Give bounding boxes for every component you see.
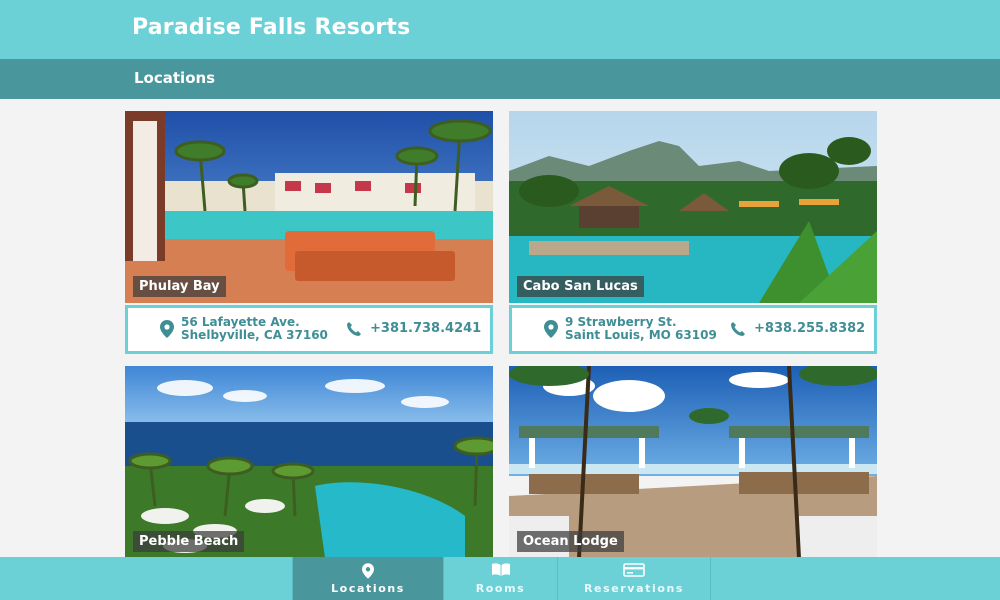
nav-label: Locations [331, 582, 405, 595]
map-pin-icon [362, 563, 374, 579]
app-title: Paradise Falls Resorts [132, 15, 411, 40]
credit-card-icon [623, 563, 645, 577]
location-info: 56 Lafayette Ave. Shelbyville, CA 37160 … [125, 305, 493, 354]
phone-icon [731, 322, 745, 336]
bottom-nav: Locations Rooms Reservations [0, 557, 1000, 600]
location-card-pebble-beach[interactable]: Pebble Beach [125, 366, 493, 558]
nav-label: Reservations [583, 582, 685, 595]
phone-number[interactable]: +838.255.8382 [754, 321, 865, 336]
nav-divider [710, 557, 711, 600]
location-name: Pebble Beach [133, 531, 245, 552]
location-card-phulay-bay[interactable]: Phulay Bay 56 Lafayette Ave. Shelbyville… [125, 111, 493, 354]
app-header: Paradise Falls Resorts [0, 0, 1000, 59]
location-card-ocean-lodge[interactable]: Ocean Lodge [509, 366, 877, 558]
address: 56 Lafayette Ave. Shelbyville, CA 37160 [181, 316, 328, 342]
book-icon [491, 563, 510, 576]
resort-deck-photo [509, 366, 877, 558]
location-card-cabo-san-lucas[interactable]: Cabo San Lucas 9 Strawberry St. Saint Lo… [509, 111, 877, 354]
nav-item-locations[interactable]: Locations [292, 557, 443, 600]
map-pin-icon [544, 320, 558, 338]
location-photo[interactable]: Pebble Beach [125, 366, 493, 558]
address-line2: Saint Louis, MO 63109 [565, 328, 717, 342]
location-name: Ocean Lodge [517, 531, 624, 552]
nav-item-reservations[interactable]: Reservations [557, 557, 710, 600]
location-photo[interactable]: Cabo San Lucas [509, 111, 877, 303]
address: 9 Strawberry St. Saint Louis, MO 63109 [565, 316, 717, 342]
location-info: 9 Strawberry St. Saint Louis, MO 63109 +… [509, 305, 877, 354]
resort-pool-photo [125, 111, 493, 303]
map-pin-icon [160, 320, 174, 338]
location-photo[interactable]: Ocean Lodge [509, 366, 877, 558]
phone-number[interactable]: +381.738.4241 [370, 321, 481, 336]
address-line2: Shelbyville, CA 37160 [181, 328, 328, 342]
phone-icon [347, 322, 361, 336]
location-photo[interactable]: Phulay Bay [125, 111, 493, 303]
resort-ocean-photo [125, 366, 493, 558]
location-name: Phulay Bay [133, 276, 226, 297]
sub-header: Locations [0, 59, 1000, 99]
nav-item-rooms[interactable]: Rooms [443, 557, 557, 600]
resort-pool-photo [509, 111, 877, 303]
page-title: Locations [134, 69, 216, 87]
location-name: Cabo San Lucas [517, 276, 644, 297]
nav-label: Rooms [475, 582, 526, 595]
